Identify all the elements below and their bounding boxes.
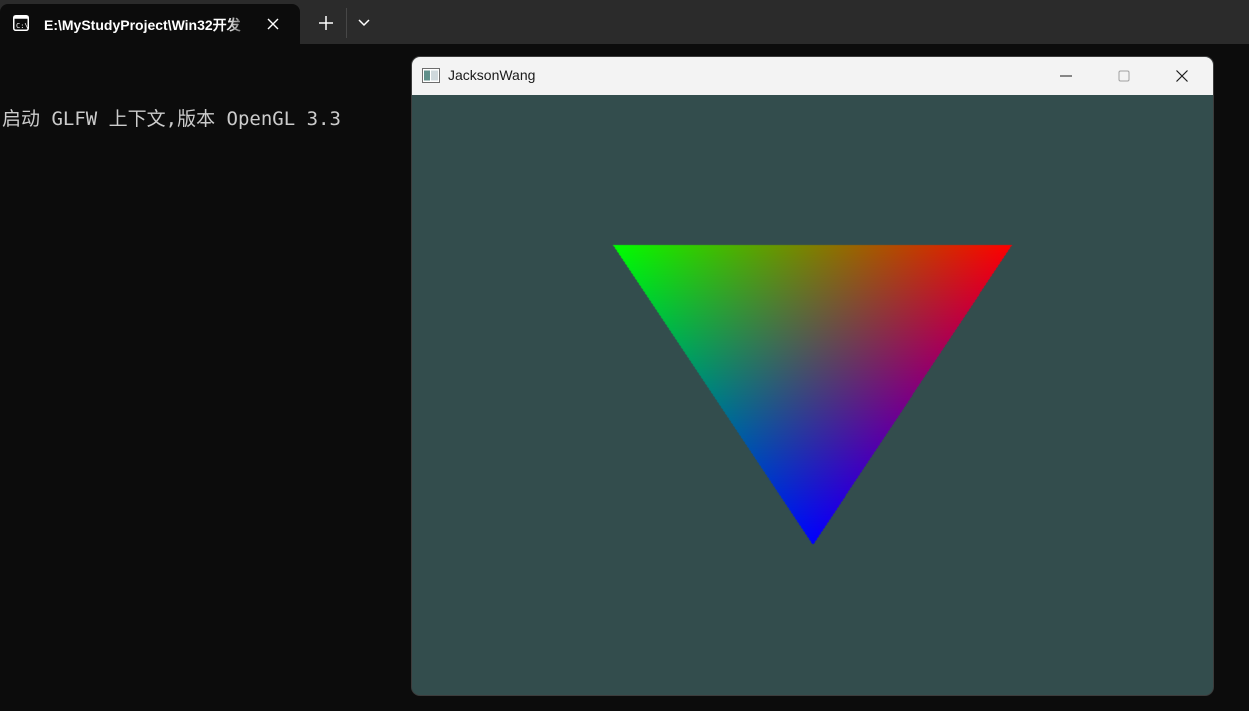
plus-icon[interactable] <box>316 13 336 33</box>
maximize-icon <box>1118 70 1130 82</box>
chevron-down-icon[interactable] <box>356 16 372 30</box>
svg-text:C:\: C:\ <box>16 22 29 30</box>
glfw-window: JacksonWang <box>412 57 1213 695</box>
tab-separator <box>346 8 347 38</box>
terminal-tab-bar: C:\ E:\MyStudyProject\Win32开发 <box>0 0 1249 44</box>
minimize-button[interactable] <box>1037 57 1095 95</box>
rgb-triangle <box>412 95 1213 695</box>
window-app-icon <box>422 68 440 83</box>
window-titlebar[interactable]: JacksonWang <box>412 57 1213 95</box>
gl-viewport <box>412 95 1213 695</box>
minimize-icon <box>1060 75 1072 77</box>
tab-title: E:\MyStudyProject\Win32开发 <box>44 17 241 33</box>
maximize-button[interactable] <box>1095 57 1153 95</box>
terminal-tab[interactable]: C:\ E:\MyStudyProject\Win32开发 <box>0 4 300 44</box>
console-icon: C:\ <box>13 15 29 31</box>
window-title: JacksonWang <box>448 67 536 83</box>
console-line: 启动 GLFW 上下文,版本 OpenGL 3.3 <box>2 108 341 130</box>
console-output: 启动 GLFW 上下文,版本 OpenGL 3.3 <box>2 54 341 158</box>
close-window-button[interactable] <box>1153 57 1211 95</box>
close-icon <box>1176 70 1188 82</box>
close-icon[interactable] <box>266 17 280 31</box>
